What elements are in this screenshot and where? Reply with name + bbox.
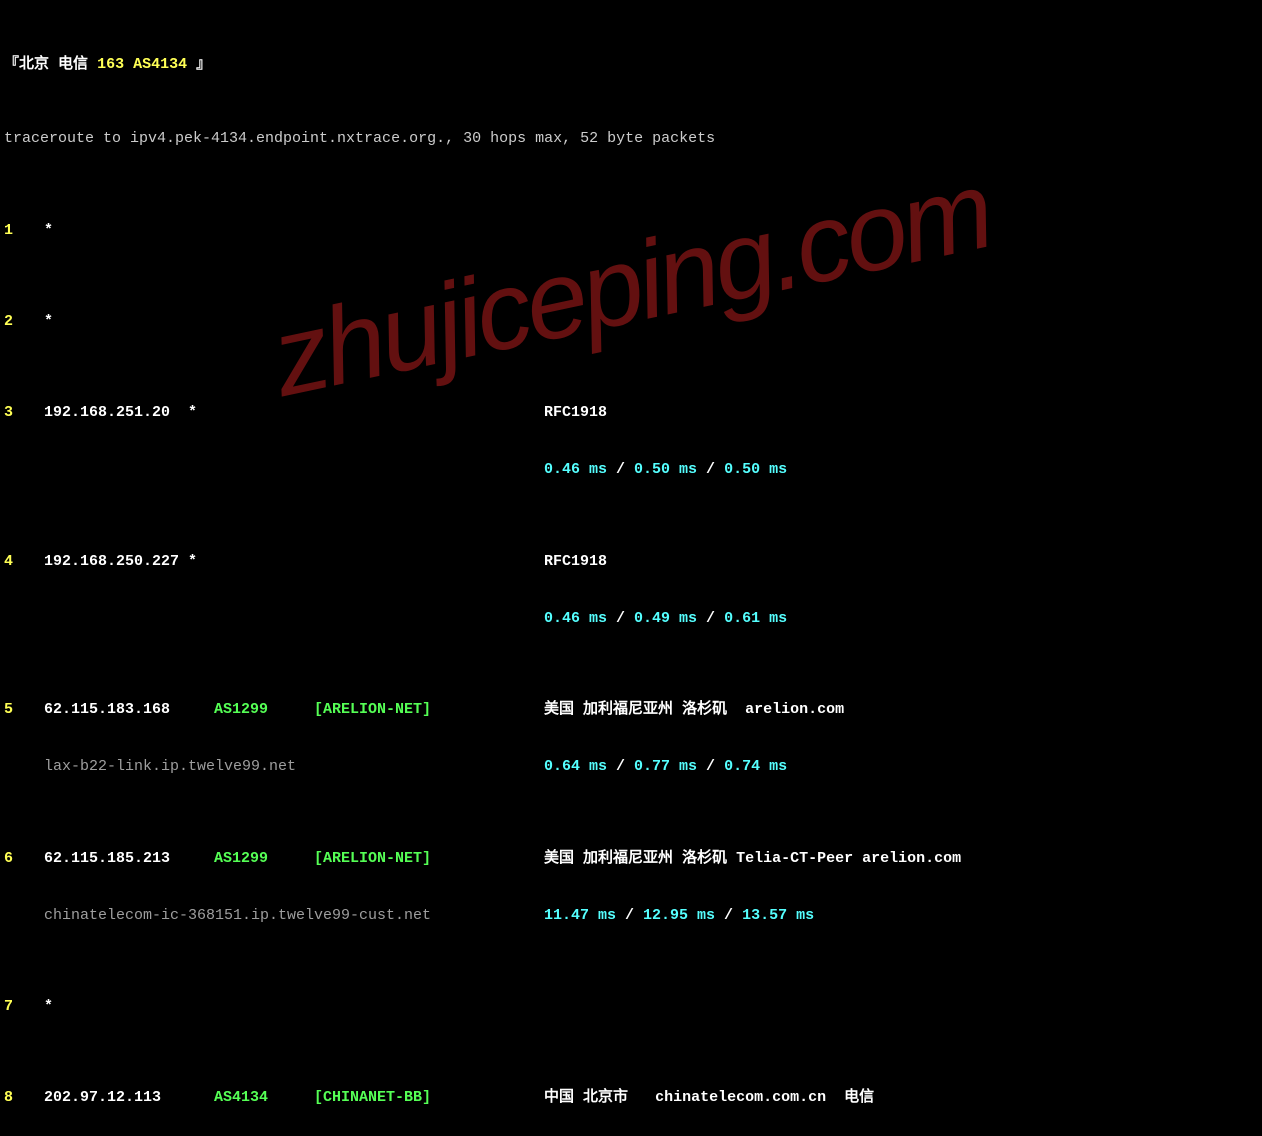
hop-rdns: lax-b22-link.ip.twelve99.net [44,755,544,778]
latency: 0.77 ms [634,758,697,775]
hop-net: [ARELION-NET] [314,847,544,870]
latency: 12.95 ms [643,907,715,924]
hop-asn: AS4134 [214,1086,314,1109]
hop-row-4: 4 192.168.250.227 * RFC1918 [4,550,1258,573]
hop-net: [ARELION-NET] [314,698,544,721]
traceroute-command: traceroute to ipv4.pek-4134.endpoint.nxt… [4,127,1258,150]
hop-number: 5 [4,698,44,721]
terminal-output: 『 北京 电信 163 AS4134 』 traceroute to ipv4.… [0,0,1262,1136]
hop-location: 中国 北京市 chinatelecom.com.cn 电信 [544,1086,1258,1109]
hop-latency-4: 0.46 ms / 0.49 ms / 0.61 ms [4,607,1258,630]
hop-asn: AS1299 [214,698,314,721]
hop-number: 6 [4,847,44,870]
hop-location: 美国 加利福尼亚州 洛杉矶 Telia-CT-Peer arelion.com [544,847,1258,870]
latency: 0.64 ms [544,758,607,775]
hop-ip: 62.115.183.168 [44,698,214,721]
hop-location: RFC1918 [544,401,1258,424]
hop-star: * [44,995,53,1018]
trace-cmd-text: traceroute to ipv4.pek-4134.endpoint.nxt… [4,127,715,150]
latency: 0.74 ms [724,758,787,775]
latency: 0.50 ms [724,461,787,478]
header-line: 『 北京 电信 163 AS4134 』 [4,53,1258,76]
hop-number: 7 [4,995,44,1018]
hop-number: 1 [4,219,44,242]
latency: 13.57 ms [742,907,814,924]
hop-number: 8 [4,1086,44,1109]
hop-ip: 202.97.12.113 [44,1086,214,1109]
hop-ip: 192.168.251.20 [44,404,170,421]
hop-star: * [44,219,53,242]
hop-net: [CHINANET-BB] [314,1086,544,1109]
hop-ip: 192.168.250.227 [44,553,179,570]
hop-number: 3 [4,401,44,424]
hop-row-2: 2 * [4,310,1258,333]
header-asn: 163 AS4134 [97,53,187,76]
hop-latency-3: 0.46 ms / 0.50 ms / 0.50 ms [4,458,1258,481]
hop-row-3: 3 192.168.251.20 * RFC1918 [4,401,1258,424]
latency: 0.46 ms [544,461,607,478]
header-isp: 电信 [58,53,88,76]
hop-row-8: 8 202.97.12.113 AS4134 [CHINANET-BB] 中国 … [4,1086,1258,1109]
hop-rdns-5: lax-b22-link.ip.twelve99.net 0.64 ms / 0… [4,755,1258,778]
latency: 0.61 ms [724,610,787,627]
hop-location: RFC1918 [544,550,1258,573]
latency: 0.46 ms [544,610,607,627]
hop-rdns-6: chinatelecom-ic-368151.ip.twelve99-cust.… [4,904,1258,927]
header-city: 北京 [19,53,49,76]
latency: 11.47 ms [544,907,616,924]
hop-rdns: chinatelecom-ic-368151.ip.twelve99-cust.… [44,904,544,927]
hop-star: * [44,310,53,333]
hop-row-5: 5 62.115.183.168 AS1299 [ARELION-NET] 美国… [4,698,1258,721]
hop-row-6: 6 62.115.185.213 AS1299 [ARELION-NET] 美国… [4,847,1258,870]
hop-location: 美国 加利福尼亚州 洛杉矶 arelion.com [544,698,1258,721]
hop-asn: AS1299 [214,847,314,870]
bracket-close: 』 [196,53,211,76]
hop-star: * [188,404,197,421]
hop-row-1: 1 * [4,219,1258,242]
hop-row-7: 7 * [4,995,1258,1018]
hop-number: 4 [4,550,44,573]
hop-number: 2 [4,310,44,333]
latency: 0.50 ms [634,461,697,478]
hop-ip: 62.115.185.213 [44,847,214,870]
hop-star: * [188,553,197,570]
bracket-open: 『 [4,53,19,76]
latency: 0.49 ms [634,610,697,627]
